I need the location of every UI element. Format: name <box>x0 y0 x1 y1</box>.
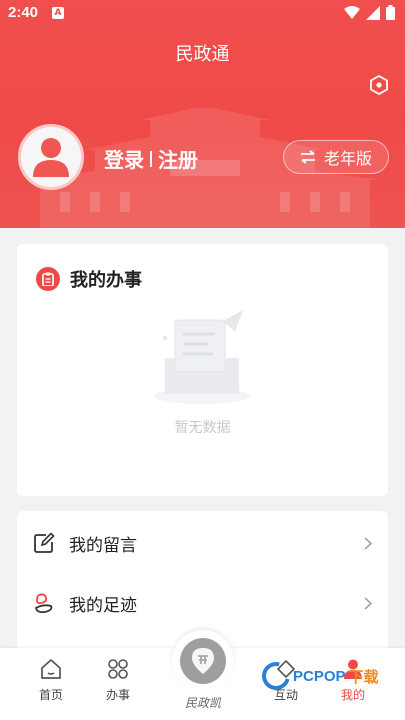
center-button <box>172 630 234 692</box>
clipboard-icon <box>36 267 60 291</box>
nav-label: 首页 <box>38 688 63 702</box>
list-item-my-messages[interactable]: 我的留言 <box>17 513 388 573</box>
status-indicators <box>344 5 395 20</box>
divider <box>150 150 152 167</box>
register-link[interactable]: 注册 <box>158 144 198 173</box>
list-item-my-footprint[interactable]: 我的足迹 <box>17 573 388 633</box>
elder-mode-button[interactable]: 老年版 <box>283 140 389 174</box>
chevron-right-icon <box>364 597 372 610</box>
nav-item-home[interactable]: 首页 <box>21 654 81 703</box>
home-icon <box>41 659 61 679</box>
notification-app-icon: A <box>52 7 64 19</box>
login-link[interactable]: 登录 <box>104 144 144 173</box>
signal-icon <box>366 5 380 20</box>
nav-item-affairs[interactable]: 办事 <box>88 654 148 703</box>
elder-mode-label: 老年版 <box>323 149 372 168</box>
status-time: 2:40 <box>8 4 39 21</box>
login-register: 登录 注册 <box>104 144 198 173</box>
watermark-brand: PCPOP <box>293 667 346 685</box>
avatar[interactable] <box>18 124 84 190</box>
profile-header: 2:40 A 民政通 登录 注册 老年版 <box>0 0 405 228</box>
watermark: PCPOP 下载 <box>256 656 379 696</box>
edit-icon <box>34 532 55 553</box>
chevron-right-icon <box>364 537 372 550</box>
empty-state-text: 暂无数据 <box>174 420 231 436</box>
watermark-suffix: 下载 <box>348 668 379 686</box>
status-bar: 2:40 A <box>0 0 405 28</box>
nav-item-center[interactable]: 民政凯 <box>172 630 234 711</box>
wifi-icon <box>344 5 360 19</box>
empty-state-icon <box>154 310 250 404</box>
grid-icon <box>108 659 128 679</box>
map-pin-icon <box>192 648 214 674</box>
nav-label: 民政凯 <box>184 696 221 710</box>
page-title: 民政通 <box>175 44 230 65</box>
my-affairs-header: 我的办事 <box>36 266 142 292</box>
list-item-label: 我的留言 <box>69 535 137 556</box>
list-item-label: 我的足迹 <box>69 595 137 616</box>
nav-label: 办事 <box>105 688 130 702</box>
battery-icon <box>386 5 395 20</box>
footprint-icon <box>34 593 53 614</box>
person-avatar-icon <box>33 138 69 177</box>
settings-hex-icon[interactable] <box>368 74 390 96</box>
watermark-logo-icon <box>256 656 296 696</box>
my-affairs-title: 我的办事 <box>70 270 142 291</box>
swap-icon <box>300 150 315 164</box>
my-affairs-card: 我的办事 暂无数据 <box>17 244 388 496</box>
